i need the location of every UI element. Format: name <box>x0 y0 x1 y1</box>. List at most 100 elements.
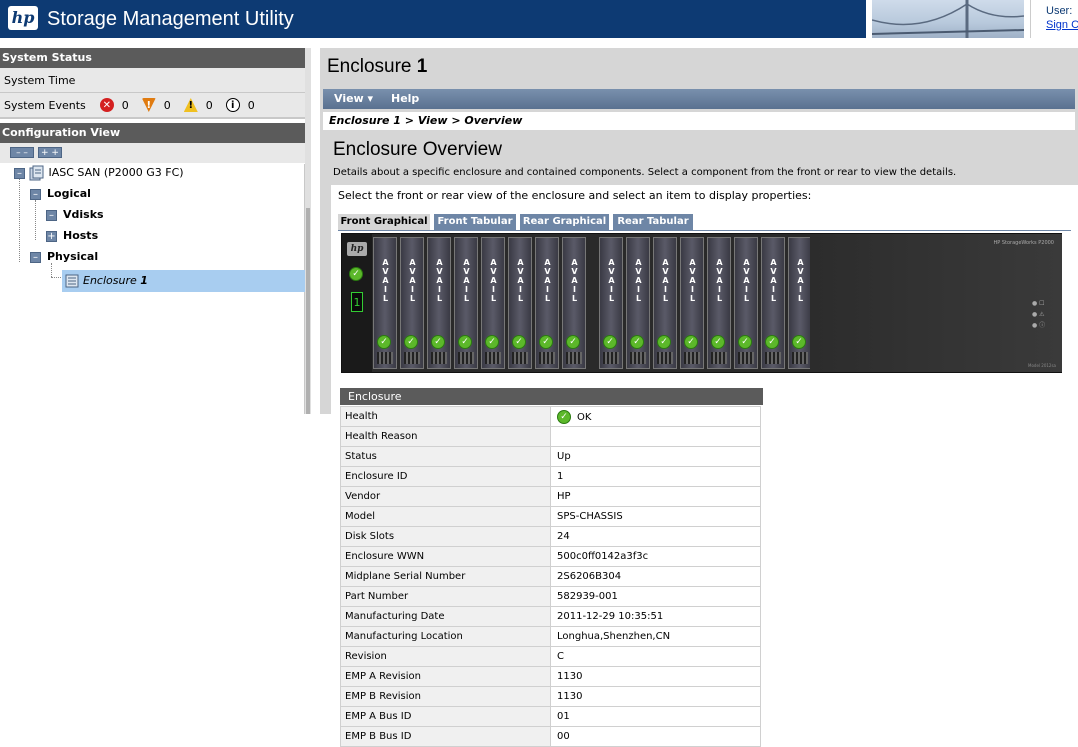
drive-vent <box>539 352 555 364</box>
drive-vent <box>404 352 420 364</box>
drive-label: AVAIL <box>716 258 723 303</box>
drive-label: AVAIL <box>689 258 696 303</box>
enclosure-left-ear[interactable]: hp ✓ 1 <box>342 234 372 372</box>
critical-error-icon[interactable]: ✕ <box>99 98 114 112</box>
drive-ok-icon: ✓ <box>539 335 553 349</box>
root-toggle[interactable]: – <box>14 168 25 179</box>
drive-vent <box>792 352 808 364</box>
tree-node-enclosure-1[interactable]: Enclosure 1 <box>62 270 305 292</box>
physical-toggle[interactable]: – <box>30 252 41 263</box>
tab-front-graphical[interactable]: Front Graphical <box>338 214 430 230</box>
property-row: Manufacturing Location Longhua,Shenzhen,C… <box>340 626 761 647</box>
drive-label: AVAIL <box>490 258 497 303</box>
disk-drive-slot[interactable]: A V A I L ✓ <box>761 237 785 369</box>
enclosure-right-bay[interactable]: HP StorageWorks P2000 ● ☐ ● ⚠ ● ⓘ Model 20… <box>810 234 1062 372</box>
disk-drive-slot[interactable]: A V A I L ✓ <box>535 237 559 369</box>
drive-ok-icon: ✓ <box>512 335 526 349</box>
drive-vent <box>630 352 646 364</box>
property-value: 1130 <box>550 686 761 707</box>
drive-ok-icon: ✓ <box>458 335 472 349</box>
drive-ok-icon: ✓ <box>485 335 499 349</box>
drive-vent <box>485 352 501 364</box>
tree-node-hosts[interactable]: Hosts <box>63 227 98 245</box>
drive-label: AVAIL <box>544 258 551 303</box>
disk-drive-slot[interactable]: A V A I L ✓ <box>373 237 397 369</box>
drive-label: AVAIL <box>608 258 615 303</box>
error-count: 0 <box>163 98 171 112</box>
help-menu[interactable]: Help <box>391 89 419 109</box>
property-row: EMP B Revision 1130 <box>340 686 761 707</box>
property-row: EMP B Bus ID 00 <box>340 726 761 747</box>
logical-toggle[interactable]: – <box>30 189 41 200</box>
drive-label: AVAIL <box>436 258 443 303</box>
property-value: ✓ OK <box>550 406 761 427</box>
property-row: Health Reason <box>340 426 761 447</box>
system-events-row[interactable]: System Events ✕ 0 ! 0 ! 0 i 0 <box>0 93 311 118</box>
property-key: EMP B Revision <box>340 686 551 707</box>
tree-toolbar: – – + + <box>0 143 311 163</box>
drive-label: AVAIL <box>743 258 750 303</box>
drive-vent <box>684 352 700 364</box>
tree-node-system[interactable]: IASC SAN (P2000 G3 FC) <box>29 164 184 182</box>
disk-drive-slot[interactable]: A V A I L ✓ <box>427 237 451 369</box>
hosts-toggle[interactable]: + <box>46 231 57 242</box>
property-key: Revision <box>340 646 551 667</box>
property-value: 1 <box>550 466 761 487</box>
disk-drive-slot[interactable]: A V A I L ✓ <box>734 237 758 369</box>
property-row: Model SPS-CHASSIS <box>340 506 761 527</box>
configuration-tree: – IASC SAN (P2000 G3 FC) – Logical – Vdi… <box>0 164 305 414</box>
expand-all-button[interactable]: + + <box>38 147 62 158</box>
disk-drive-slot[interactable]: A V A I L ✓ <box>707 237 731 369</box>
tab-rear-graphical[interactable]: Rear Graphical <box>520 214 609 230</box>
disk-drive-slot[interactable]: A V A I L ✓ <box>400 237 424 369</box>
property-row: Manufacturing Date 2011-12-29 10:35:51 <box>340 606 761 627</box>
warning-icon[interactable]: ! <box>183 98 198 112</box>
property-row: Midplane Serial Number 2S6206B304 <box>340 566 761 587</box>
property-row: Part Number 582939-001 <box>340 586 761 607</box>
disk-drive-slot[interactable]: A V A I L ✓ <box>788 237 812 369</box>
error-icon[interactable]: ! <box>141 98 156 112</box>
disk-drive-slot[interactable]: A V A I L ✓ <box>508 237 532 369</box>
property-value: 00 <box>550 726 761 747</box>
tab-front-tabular[interactable]: Front Tabular <box>434 214 516 230</box>
drive-vent <box>458 352 474 364</box>
scrollbar-thumb[interactable] <box>306 208 310 414</box>
instruction-text: Select the front or rear view of the enc… <box>338 189 812 202</box>
view-menu[interactable]: View ▾ <box>334 89 373 109</box>
property-value: 24 <box>550 526 761 547</box>
enclosure-front-graphic[interactable]: hp ✓ 1 A V A I L ✓ A V A I L ✓ A V A I L ✓ A V A I L ✓ A V A I L ✓ A V A… <box>341 233 1062 373</box>
tab-rear-tabular[interactable]: Rear Tabular <box>613 214 693 230</box>
left-panel-scrollbar[interactable] <box>305 48 311 414</box>
property-value: SPS-CHASSIS <box>550 506 761 527</box>
tree-node-logical[interactable]: Logical <box>47 185 91 203</box>
breadcrumb: Enclosure 1 > View > Overview <box>323 112 1075 130</box>
vdisks-toggle[interactable]: – <box>46 210 57 221</box>
sign-out-link[interactable]: Sign C <box>1046 19 1078 31</box>
property-key: Health Reason <box>340 426 551 447</box>
disk-drive-slot[interactable]: A V A I L ✓ <box>680 237 704 369</box>
drive-ok-icon: ✓ <box>657 335 671 349</box>
tree-node-physical[interactable]: Physical <box>47 248 98 266</box>
info-icon[interactable]: i <box>225 98 240 112</box>
hp-logo-icon: hp <box>8 6 38 30</box>
property-key: Manufacturing Date <box>340 606 551 627</box>
collapse-all-button[interactable]: – – <box>10 147 34 158</box>
disk-drive-slot[interactable]: A V A I L ✓ <box>653 237 677 369</box>
disk-drive-slot[interactable]: A V A I L ✓ <box>599 237 623 369</box>
system-time-row[interactable]: System Time <box>0 68 311 93</box>
property-key: Midplane Serial Number <box>340 566 551 587</box>
status-leds: ● ☐ ● ⚠ ● ⓘ <box>1032 300 1046 329</box>
tree-node-vdisks[interactable]: Vdisks <box>63 206 104 224</box>
drive-label: AVAIL <box>517 258 524 303</box>
disk-drive-slot[interactable]: A V A I L ✓ <box>562 237 586 369</box>
left-panel: System Status System Time System Events … <box>0 48 311 163</box>
drive-ok-icon: ✓ <box>431 335 445 349</box>
brand-label: HP StorageWorks P2000 <box>993 240 1054 246</box>
disk-drive-slot[interactable]: A V A I L ✓ <box>454 237 478 369</box>
drive-label: AVAIL <box>770 258 777 303</box>
enclosure-health-ok-icon: ✓ <box>349 267 363 281</box>
drive-ok-icon: ✓ <box>630 335 644 349</box>
disk-drive-slot[interactable]: A V A I L ✓ <box>481 237 505 369</box>
property-row: Status Up <box>340 446 761 467</box>
disk-drive-slot[interactable]: A V A I L ✓ <box>626 237 650 369</box>
